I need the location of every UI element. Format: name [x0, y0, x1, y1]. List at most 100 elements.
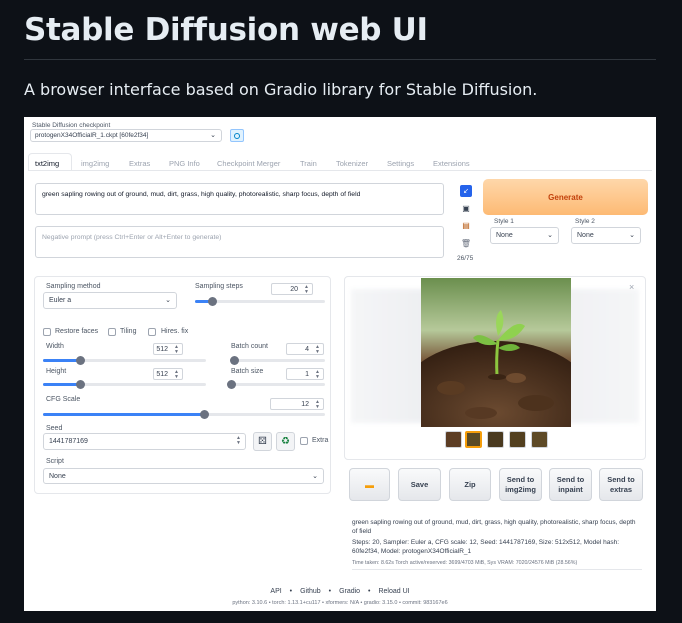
tab-img2img[interactable]: img2img [81, 159, 109, 168]
thumbnail-2[interactable] [465, 431, 482, 448]
tab-txt2img[interactable]: txt2img [35, 159, 59, 168]
chevron-down-icon: ⌄ [312, 473, 318, 480]
batch-size-label: Batch size [231, 368, 264, 375]
tab-tokenizer[interactable]: Tokenizer [336, 159, 368, 168]
reuse-seed-button[interactable]: ♻ [276, 432, 295, 451]
batch-size-value: 1 [305, 371, 309, 378]
extra-seed-checkbox[interactable] [300, 437, 308, 445]
width-value: 512 [156, 346, 168, 353]
dice-icon: ⚄ [258, 436, 267, 447]
paste-params-icon[interactable]: ↙ [460, 185, 472, 197]
batch-size-input[interactable]: 1 ▲ ▼ [286, 368, 324, 380]
height-slider[interactable] [43, 380, 206, 389]
sampling-method-value: Euler a [49, 297, 72, 304]
width-input[interactable]: 512 ▲ ▼ [153, 343, 183, 355]
recycle-icon: ♻ [281, 436, 290, 447]
generate-button[interactable]: Generate [483, 179, 648, 215]
apply-style-icon[interactable]: ▤ [460, 219, 472, 231]
batch-count-value: 4 [305, 346, 309, 353]
thumbnail-5[interactable] [531, 431, 548, 448]
page-title: Stable Diffusion web UI [24, 12, 428, 48]
checkpoint-label: Stable Diffusion checkpoint [32, 122, 111, 129]
tiling-checkbox[interactable] [108, 328, 116, 336]
sampling-method-select[interactable]: Euler a ⌄ [43, 292, 177, 309]
checkpoint-select[interactable]: protogenX34OfficialR_1.ckpt [60fe2f34] ⌄ [30, 129, 222, 142]
generated-image[interactable] [421, 278, 571, 427]
sapling-image [421, 278, 571, 427]
info-divider [352, 569, 642, 570]
tab-settings[interactable]: Settings [387, 159, 414, 168]
save-button[interactable]: Save [398, 468, 441, 501]
style1-select[interactable]: None ⌄ [490, 227, 559, 244]
height-value: 512 [156, 371, 168, 378]
restore-faces-checkbox[interactable] [43, 328, 51, 336]
cfg-scale-label: CFG Scale [46, 396, 81, 403]
title-divider [24, 59, 656, 60]
height-input[interactable]: 512 ▲ ▼ [153, 368, 183, 380]
tab-checkpoint-merger[interactable]: Checkpoint Merger [217, 159, 280, 168]
spinner-icon: ▲ ▼ [174, 344, 179, 355]
footer-api-link[interactable]: API [270, 588, 281, 595]
thumbnail-1[interactable] [445, 431, 462, 448]
thumbnail-4[interactable] [509, 431, 526, 448]
chevron-down-icon: ⌄ [547, 232, 553, 239]
height-label: Height [46, 368, 67, 375]
tab-extensions[interactable]: Extensions [433, 159, 470, 168]
save-style-icon[interactable]: ▣ [460, 202, 472, 214]
slider-fill [43, 383, 81, 386]
chevron-down-icon: ⌄ [165, 297, 171, 304]
refresh-checkpoint-button[interactable] [230, 129, 244, 142]
script-select[interactable]: None ⌄ [43, 468, 324, 484]
tab-train[interactable]: Train [300, 159, 317, 168]
cfg-scale-value: 12 [301, 401, 309, 408]
tab-extras[interactable]: Extras [129, 159, 150, 168]
zip-button[interactable]: Zip [449, 468, 491, 501]
script-label: Script [46, 458, 64, 465]
negative-prompt-input[interactable]: Negative prompt (press Ctrl+Enter or Alt… [35, 226, 444, 258]
prompt-input[interactable]: green sapling rowing out of ground, mud,… [35, 183, 444, 215]
width-slider[interactable] [43, 356, 206, 365]
generation-info-time: Time taken: 8.62s Torch active/reserved:… [352, 560, 578, 566]
script-value: None [49, 473, 66, 480]
sampling-steps-input[interactable]: 20 ▲ ▼ [271, 283, 313, 295]
slider-knob[interactable] [227, 380, 236, 389]
token-counter: 26/75 [457, 255, 474, 262]
width-label: Width [46, 343, 64, 350]
close-icon[interactable]: × [629, 282, 634, 292]
page-subtitle: A browser interface based on Gradio libr… [24, 80, 538, 99]
send-to-extras-button[interactable]: Send to extras [599, 468, 643, 501]
cfg-scale-slider[interactable] [43, 410, 325, 419]
open-folder-button[interactable]: ▬ [349, 468, 390, 501]
cfg-scale-input[interactable]: 12 ▲ ▼ [270, 398, 324, 410]
hires-fix-checkbox[interactable] [148, 328, 156, 336]
thumbnail-3[interactable] [487, 431, 504, 448]
refresh-icon [234, 132, 240, 139]
send-to-inpaint-button[interactable]: Send to inpaint [549, 468, 592, 501]
slider-knob[interactable] [199, 410, 209, 419]
batch-count-slider[interactable] [229, 356, 325, 365]
sampling-steps-value: 20 [290, 286, 298, 293]
batch-count-input[interactable]: 4 ▲ ▼ [286, 343, 324, 355]
footer-gradio-link[interactable]: Gradio [339, 588, 360, 595]
trash-icon[interactable]: 🗑 [460, 237, 472, 249]
slider-knob[interactable] [207, 297, 217, 306]
spinner-icon: ▲ ▼ [236, 435, 241, 446]
chevron-down-icon: ⌄ [629, 232, 635, 239]
sampling-method-label: Sampling method [46, 283, 101, 290]
footer-separator: • [289, 588, 293, 595]
slider-knob[interactable] [229, 356, 239, 365]
batch-count-label: Batch count [231, 343, 268, 350]
spinner-icon: ▲ ▼ [304, 284, 309, 295]
style1-label: Style 1 [494, 218, 514, 225]
tab-png-info[interactable]: PNG Info [169, 159, 200, 168]
random-seed-button[interactable]: ⚄ [253, 432, 272, 451]
footer-github-link[interactable]: Github [300, 588, 321, 595]
footer-reload-link[interactable]: Reload UI [378, 588, 409, 595]
sampling-steps-slider[interactable] [195, 297, 325, 306]
style2-select[interactable]: None ⌄ [571, 227, 641, 244]
seed-input[interactable]: 1441787169 ▲ ▼ [43, 433, 246, 450]
batch-size-slider[interactable] [227, 380, 325, 389]
send-to-img2img-button[interactable]: Send to img2img [499, 468, 542, 501]
generation-info-prompt: green sapling rowing out of ground, mud,… [352, 519, 636, 535]
checkpoint-value: protogenX34OfficialR_1.ckpt [60fe2f34] [35, 132, 149, 139]
